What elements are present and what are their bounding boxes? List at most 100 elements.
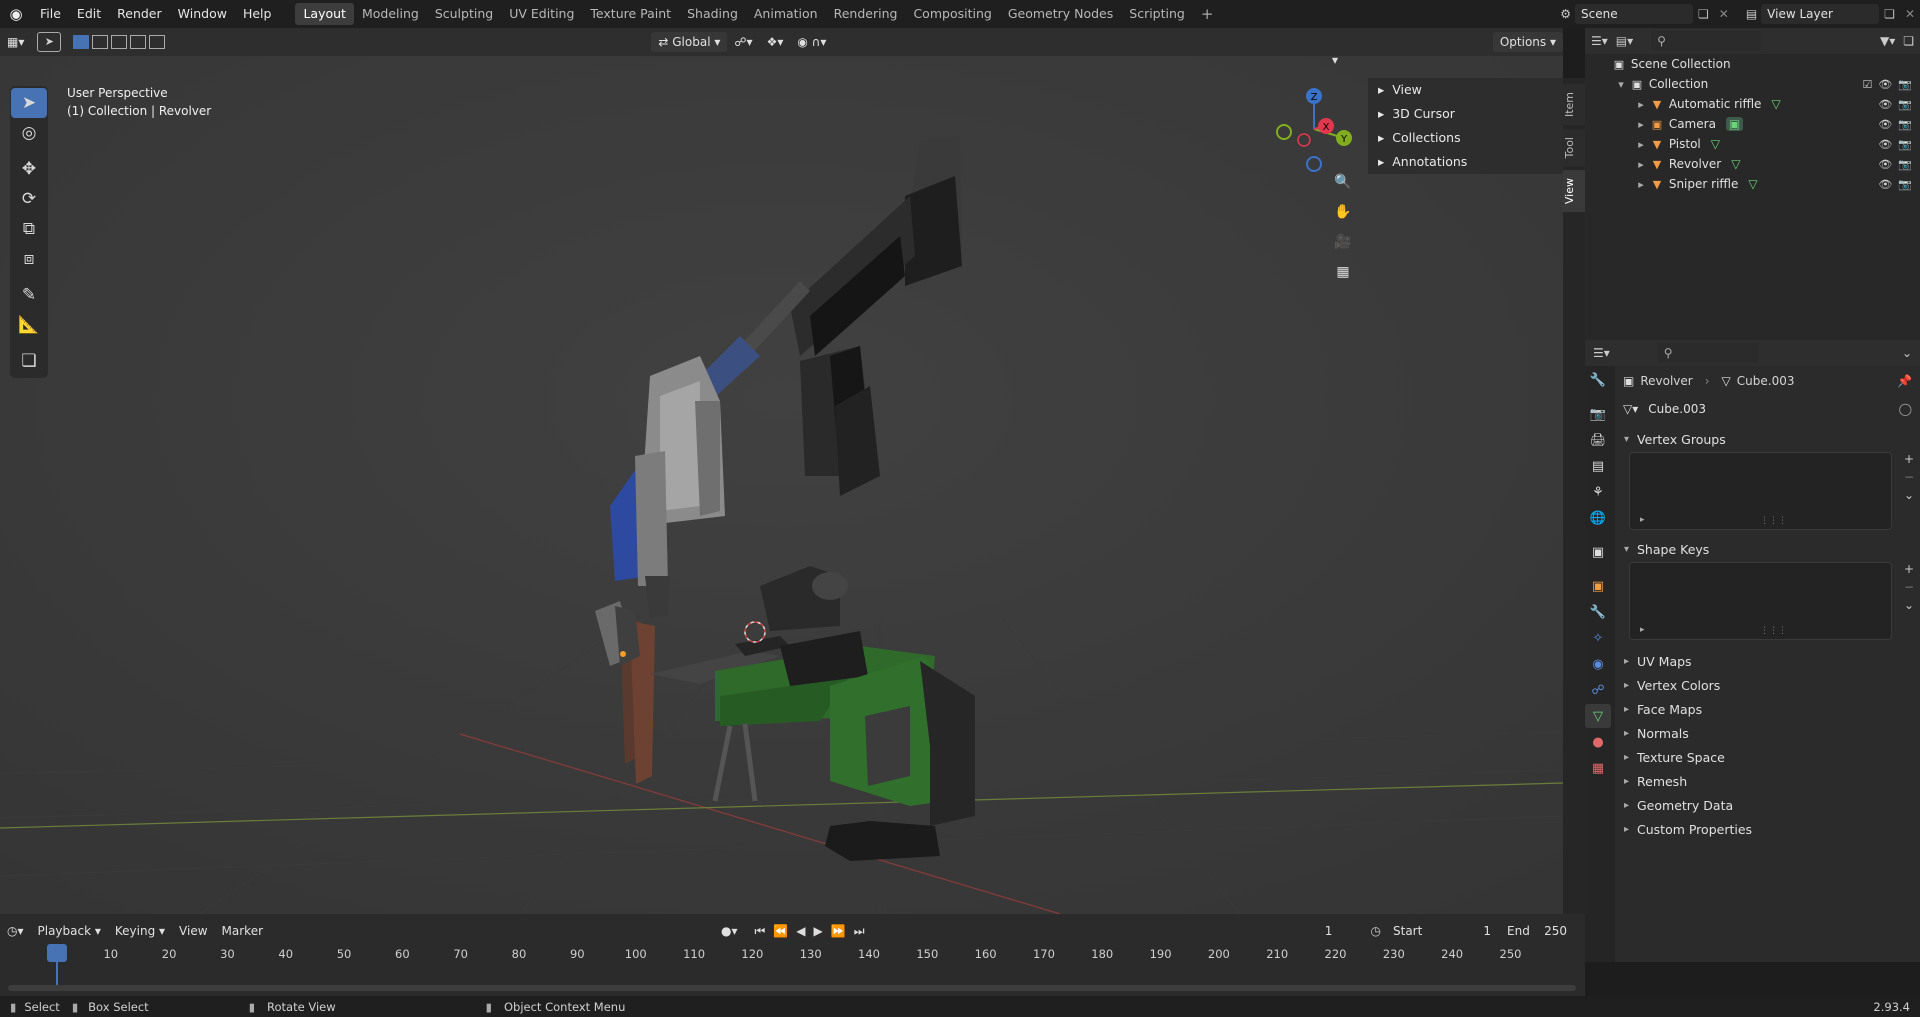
shape-keys-list[interactable]: ▸ ⋮⋮⋮ [1629, 562, 1892, 640]
menu-edit[interactable]: Edit [69, 3, 109, 25]
expand-icon[interactable]: ▸ [1633, 98, 1649, 111]
camera-render-icon[interactable]: 📷 [1898, 158, 1912, 171]
eye-icon[interactable]: 👁 [1878, 78, 1892, 91]
prev-keyframe-icon[interactable]: ⏪ [773, 924, 788, 938]
mesh-data-tab-icon[interactable]: ▽ [1585, 704, 1611, 728]
resize-handle-icon[interactable]: ⋮⋮⋮ [1760, 516, 1787, 526]
shape-key-specials-icon[interactable]: ⌄ [1904, 598, 1914, 612]
timeline-scrollbar[interactable] [8, 985, 1576, 991]
delete-scene-icon[interactable]: ✕ [1714, 7, 1734, 21]
transform-tool-icon[interactable]: ⧈ [11, 244, 47, 274]
material-tab-icon[interactable]: ● [1585, 730, 1611, 754]
outliner-item[interactable]: ▸ ▼ Pistol ▽ 👁 📷 [1585, 134, 1920, 154]
clock-icon[interactable]: ◷ [1371, 924, 1381, 938]
transform-orientation-dropdown[interactable]: ⇄ Global ▾ [651, 32, 728, 52]
remove-vertex-group-button[interactable]: − [1904, 470, 1914, 484]
blender-logo-icon[interactable]: ◉ [0, 5, 32, 23]
tab-tool[interactable]: Tool [1563, 129, 1585, 167]
npanel-annotations[interactable]: ▸ Annotations [1368, 150, 1563, 174]
add-cube-tool-icon[interactable]: ❏ [11, 346, 47, 376]
camera-render-icon[interactable]: 📷 [1898, 138, 1912, 151]
outliner-collection[interactable]: ▾ ▣ Collection ☑ 👁 📷 [1585, 74, 1920, 94]
mode-subtract-icon[interactable] [111, 35, 128, 49]
mode-intersect-icon[interactable] [149, 35, 166, 49]
expand-icon[interactable]: ▸ [1633, 178, 1649, 191]
camera-render-icon[interactable]: 📷 [1898, 98, 1912, 111]
panel-texture-space[interactable]: Texture Space [1615, 746, 1920, 770]
panel-vertex-groups[interactable]: Vertex Groups [1615, 428, 1920, 452]
options-dropdown[interactable]: Options ▾ [1492, 32, 1563, 52]
snap-icon[interactable]: ❖▾ [760, 32, 791, 52]
output-tab-icon[interactable]: 🖨 [1585, 428, 1611, 452]
filter-icon[interactable]: ▼▾ [1880, 34, 1895, 48]
panel-custom-properties[interactable]: Custom Properties [1615, 818, 1920, 842]
menu-timeline-view[interactable]: View [172, 921, 214, 941]
outliner-scene-collection[interactable]: ▣ Scene Collection [1585, 54, 1920, 74]
outliner-item[interactable]: ▸ ▼ Automatic riffle ▽ 👁 📷 [1585, 94, 1920, 114]
mesh-data-icon[interactable]: ▽ [1748, 177, 1757, 191]
expand-icon[interactable]: ▸ [1633, 118, 1649, 131]
select-tool-icon[interactable]: ➤ [37, 32, 62, 52]
tab-layout[interactable]: Layout [295, 3, 354, 25]
tab-shading[interactable]: Shading [679, 3, 746, 25]
particles-tab-icon[interactable]: ✧ [1585, 626, 1611, 650]
tab-item[interactable]: Item [1563, 84, 1585, 126]
mode-invert-icon[interactable] [130, 35, 147, 49]
jump-start-icon[interactable]: ⏮ [755, 924, 766, 939]
tab-uv-editing[interactable]: UV Editing [501, 3, 582, 25]
add-vertex-group-button[interactable]: + [1904, 452, 1914, 466]
outliner-item[interactable]: ▸ ▼ Revolver ▽ 👁 📷 [1585, 154, 1920, 174]
rotate-tool-icon[interactable]: ⟳ [11, 184, 47, 214]
tab-view[interactable]: View [1563, 170, 1585, 213]
outliner-item[interactable]: ▸ ▣ Camera ▣ 👁 📷 [1585, 114, 1920, 134]
camera-view-icon[interactable]: 🎥 [1330, 229, 1356, 255]
proportional-edit-icon[interactable]: ◉ ∩▾ [790, 32, 833, 52]
timeline-editor-icon[interactable]: ◷▾ [0, 921, 31, 941]
checkbox-icon[interactable]: ☑ [1862, 78, 1872, 91]
panel-face-maps[interactable]: Face Maps [1615, 698, 1920, 722]
eye-icon[interactable]: 👁 [1878, 98, 1892, 111]
npanel-view[interactable]: ▸ View [1368, 78, 1563, 102]
panel-normals[interactable]: Normals [1615, 722, 1920, 746]
expand-icon[interactable]: ▾ [1613, 78, 1629, 91]
ortho-toggle-icon[interactable]: ▦ [1330, 259, 1356, 285]
menu-help[interactable]: Help [235, 3, 280, 25]
3d-viewport[interactable]: User Perspective (1) Collection | Revolv… [0, 56, 1563, 914]
datablock-name-field[interactable]: Cube.003 [1642, 399, 1895, 419]
panel-remesh[interactable]: Remesh [1615, 770, 1920, 794]
mesh-data-icon[interactable]: ▽ [1771, 97, 1780, 111]
properties-editor-icon[interactable]: ☰▾ [1593, 346, 1610, 360]
scale-tool-icon[interactable]: ⧉ [11, 214, 47, 244]
fake-user-icon[interactable]: ◯ [1899, 402, 1912, 416]
texture-tab-icon[interactable]: ▦ [1585, 756, 1611, 780]
view-layer-icon[interactable]: ▤ [1742, 7, 1761, 21]
tool-tab-icon[interactable]: 🔧 [1585, 368, 1611, 392]
panel-geometry-data[interactable]: Geometry Data [1615, 794, 1920, 818]
expand-icon[interactable]: ▸ [1633, 138, 1649, 151]
zoom-icon[interactable]: 🔍 [1330, 169, 1356, 195]
npanel-collections[interactable]: ▸ Collections [1368, 126, 1563, 150]
mesh-browse-icon[interactable]: ▽▾ [1623, 402, 1638, 416]
pin-icon[interactable]: 📌 [1897, 374, 1912, 388]
tab-animation[interactable]: Animation [746, 3, 826, 25]
new-view-layer-icon[interactable]: ❏ [1879, 7, 1900, 21]
scene-tab-icon[interactable]: ⚘ [1585, 480, 1611, 504]
list-expand-icon[interactable]: ▸ [1640, 515, 1645, 525]
camera-render-icon[interactable]: 📷 [1898, 178, 1912, 191]
navigation-gizmo[interactable]: Z Y X [1270, 84, 1356, 174]
scene-icon[interactable]: ⚙ [1556, 7, 1575, 21]
outliner-editor-icon[interactable]: ☰▾ [1591, 34, 1608, 48]
measure-tool-icon[interactable]: 📐 [11, 310, 47, 340]
tab-modeling[interactable]: Modeling [354, 3, 427, 25]
camera-data-icon[interactable]: ▣ [1725, 117, 1744, 131]
next-keyframe-icon[interactable]: ⏩ [831, 924, 846, 938]
tab-sculpting[interactable]: Sculpting [427, 3, 501, 25]
eye-icon[interactable]: 👁 [1878, 178, 1892, 191]
remove-shape-key-button[interactable]: − [1904, 580, 1914, 594]
menu-file[interactable]: File [32, 3, 69, 25]
panel-shape-keys[interactable]: Shape Keys [1615, 538, 1920, 562]
eye-icon[interactable]: 👁 [1878, 158, 1892, 171]
panel-uv-maps[interactable]: UV Maps [1615, 650, 1920, 674]
tab-texture-paint[interactable]: Texture Paint [582, 3, 679, 25]
expand-icon[interactable]: ▸ [1633, 158, 1649, 171]
